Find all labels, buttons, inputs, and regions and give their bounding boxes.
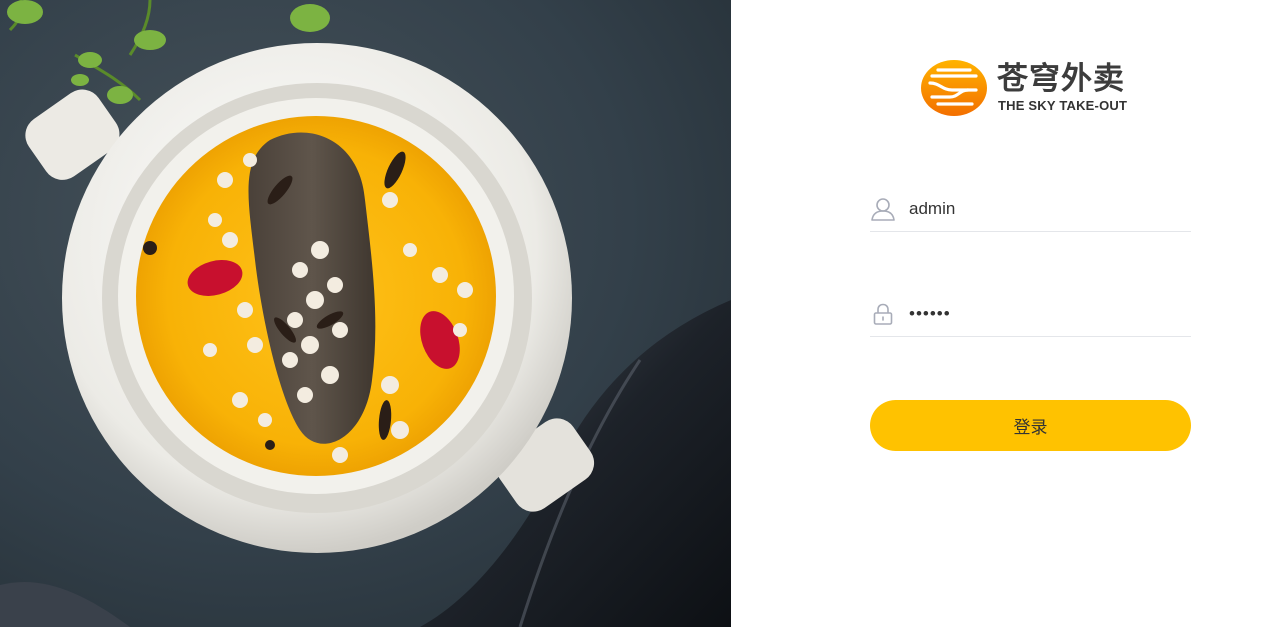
cloud-logo-icon (921, 60, 987, 116)
brand-logo: 苍穹外卖 THE SKY TAKE-OUT (920, 58, 1145, 118)
user-icon (870, 196, 896, 222)
password-field[interactable] (870, 292, 1191, 337)
login-panel: 苍穹外卖 THE SKY TAKE-OUT 登录 (731, 0, 1262, 627)
password-input[interactable] (909, 299, 1191, 329)
soup-bowl-illustration (0, 0, 731, 627)
login-button[interactable]: 登录 (870, 400, 1191, 451)
username-field[interactable] (870, 187, 1191, 232)
hero-food-image (0, 0, 731, 627)
lock-icon (870, 301, 896, 327)
brand-title: 苍穹外卖 (997, 61, 1125, 97)
login-page: 苍穹外卖 THE SKY TAKE-OUT 登录 (0, 0, 1262, 627)
brand-subtitle: THE SKY TAKE-OUT (998, 98, 1128, 113)
username-input[interactable] (909, 194, 1191, 224)
